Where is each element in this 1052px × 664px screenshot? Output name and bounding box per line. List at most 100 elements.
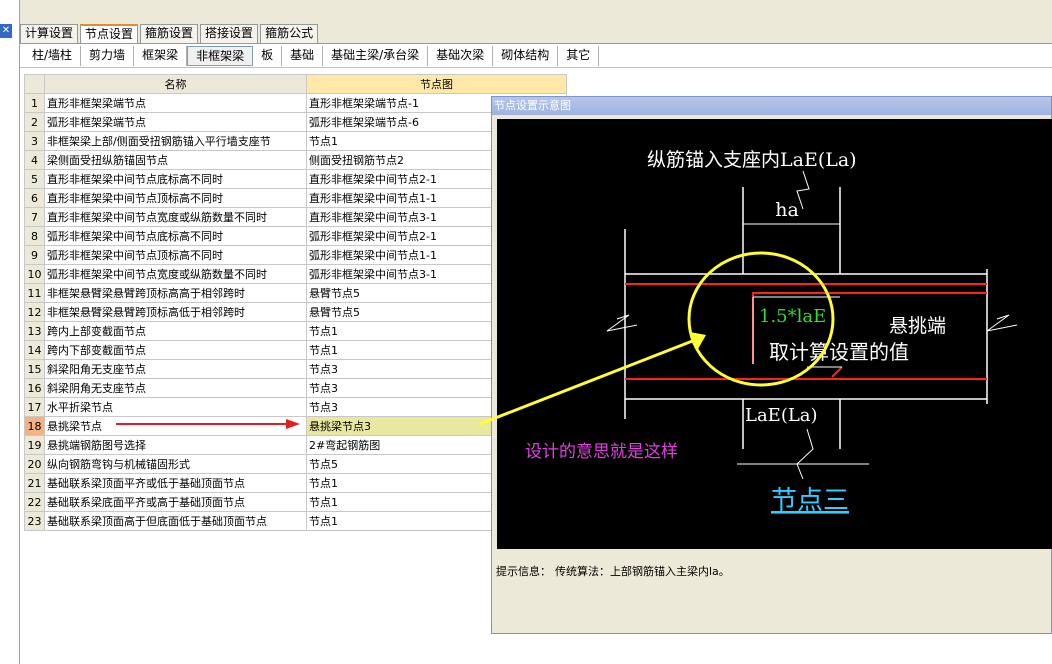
row-number: 21 (24, 473, 45, 493)
table-row[interactable]: 3 非框架梁上部/侧面受扭钢筋锚入平行墙支座节 节点1 (24, 131, 567, 151)
sub-tab-3[interactable]: 非框架梁 (187, 45, 254, 66)
sub-tab-0[interactable]: 柱/墙柱 (24, 45, 82, 66)
sub-tab-bar: 柱/墙柱 剪力墙 框架梁 非框架梁板基础 基础主梁/承台梁 基础次梁 砌体结构 其它 (20, 43, 1052, 68)
table-row[interactable]: 2 弧形非框架梁端节点 弧形非框架梁端节点-6 (24, 112, 567, 132)
sub-tab-6[interactable]: 基础主梁/承台梁 (323, 45, 429, 66)
table-row[interactable]: 19 悬挑端钢筋图号选择 2#弯起钢筋图 (24, 435, 567, 455)
row-name-cell[interactable]: 水平折梁节点 (44, 397, 307, 417)
table-row[interactable]: 10 弧形非框架梁中间节点宽度或纵筋数量不同时 弧形非框架梁中间节点3-1 (24, 264, 567, 284)
row-number: 17 (24, 397, 45, 417)
node-diagram-canvas: ha 纵筋锚入支座内LaE(La) 1.5*laE 取计算设置的值 悬挑端 La… (497, 119, 1052, 549)
row-name-cell[interactable]: 纵向钢筋弯钩与机械锚固形式 (44, 454, 307, 474)
table-row[interactable]: 1 直形非框架梁端节点 直形非框架梁端节点-1 (24, 93, 567, 113)
table-row[interactable]: 15 斜梁阳角无支座节点 节点3 (24, 359, 567, 379)
table-row[interactable]: 8 弧形非框架梁中间节点底标高不同时 弧形非框架梁中间节点2-1 (24, 226, 567, 246)
row-name-cell[interactable]: 直形非框架梁中间节点底标高不同时 (44, 169, 307, 189)
table-row[interactable]: 13 跨内上部变截面节点 节点1 (24, 321, 567, 341)
row-name-cell[interactable]: 梁侧面受扭纵筋锚固节点 (44, 150, 307, 170)
row-name-cell[interactable]: 弧形非框架梁中间节点底标高不同时 (44, 226, 307, 246)
sub-tab-9[interactable]: 其它 (558, 45, 600, 66)
main-tab-1[interactable]: 节点设置 (80, 24, 139, 44)
sub-tab-4[interactable]: 板 (253, 45, 283, 66)
lae-label: LaE(La) (745, 405, 818, 426)
main-tab-3[interactable]: 搭接设置 (200, 24, 259, 43)
rebar-tick (831, 366, 843, 378)
table-row[interactable]: 21 基础联系梁顶面平齐或低于基础顶面节点 节点1 (24, 473, 567, 493)
dialog-title: 节点设置示意图 (492, 97, 1051, 115)
node-column-header[interactable]: 节点图 (306, 74, 567, 94)
row-name-cell[interactable]: 斜梁阳角无支座节点 (44, 359, 307, 379)
calc-setting-text: 取计算设置的值 (769, 340, 909, 364)
info-label: 提示信息： (496, 565, 551, 578)
table-row[interactable]: 14 跨内下部变截面节点 节点1 (24, 340, 567, 360)
row-number: 18 (24, 416, 45, 436)
table-row[interactable]: 17 水平折梁节点 节点3 (24, 397, 567, 417)
row-number: 9 (24, 245, 45, 265)
table-row[interactable]: 18 悬挑梁节点 悬挑梁节点3 (24, 416, 567, 436)
row-number: 12 (24, 302, 45, 322)
table-row[interactable]: 16 斜梁阴角无支座节点 节点3 (24, 378, 567, 398)
row-name-cell[interactable]: 非框架梁上部/侧面受扭钢筋锚入平行墙支座节 (44, 131, 307, 151)
app-window: ✕ 计算设置 节点设置 箍筋设置 搭接设置 箍筋公式 柱/墙柱 剪力墙 框架梁 非框架梁板基础… (0, 0, 1052, 664)
row-number: 1 (24, 93, 45, 113)
info-text: 传统算法：上部钢筋锚入主梁内la。 (555, 565, 730, 578)
corner-header (24, 74, 45, 94)
row-number: 6 (24, 188, 45, 208)
table-row[interactable]: 7 直形非框架梁中间节点宽度或纵筋数量不同时 直形非框架梁中间节点3-1 (24, 207, 567, 227)
row-name-cell[interactable]: 非框架悬臂梁悬臂跨顶标高高于相邻跨时 (44, 283, 307, 303)
row-number: 3 (24, 131, 45, 151)
row-number: 2 (24, 112, 45, 132)
main-tab-4[interactable]: 箍筋公式 (260, 24, 319, 43)
row-number: 16 (24, 378, 45, 398)
sub-tab-2[interactable]: 框架梁 (134, 45, 188, 66)
row-name-cell[interactable]: 悬挑梁节点 (44, 416, 307, 436)
sub-tab-5[interactable]: 基础 (282, 45, 324, 66)
row-name-cell[interactable]: 基础联系梁顶面高于但底面低于基础顶面节点 (44, 511, 307, 531)
row-name-cell[interactable]: 跨内下部变截面节点 (44, 340, 307, 360)
row-name-cell[interactable]: 悬挑端钢筋图号选择 (44, 435, 307, 455)
table-row[interactable]: 5 直形非框架梁中间节点底标高不同时 直形非框架梁中间节点2-1 (24, 169, 567, 189)
row-name-cell[interactable]: 非框架悬臂梁悬臂跨顶标高低于相邻跨时 (44, 302, 307, 322)
row-name-cell[interactable]: 弧形非框架梁端节点 (44, 112, 307, 132)
table-row[interactable]: 9 弧形非框架梁中间节点顶标高不同时 弧形非框架梁中间节点1-1 (24, 245, 567, 265)
row-name-cell[interactable]: 弧形非框架梁中间节点宽度或纵筋数量不同时 (44, 264, 307, 284)
top-bar (20, 0, 1052, 22)
name-column-header[interactable]: 名称 (44, 74, 307, 94)
left-panel: ✕ (0, 0, 20, 664)
row-number: 5 (24, 169, 45, 189)
row-name-cell[interactable]: 跨内上部变截面节点 (44, 321, 307, 341)
table-row[interactable]: 11 非框架悬臂梁悬臂跨顶标高高于相邻跨时 悬臂节点5 (24, 283, 567, 303)
row-name-cell[interactable]: 基础联系梁顶面平齐或低于基础顶面节点 (44, 473, 307, 493)
close-icon[interactable]: ✕ (0, 24, 12, 38)
main-tab-0[interactable]: 计算设置 (20, 24, 79, 43)
row-name-cell[interactable]: 直形非框架梁中间节点宽度或纵筋数量不同时 (44, 207, 307, 227)
formula-text: 1.5*laE (759, 306, 826, 327)
table-row[interactable]: 12 非框架悬臂梁悬臂跨顶标高低于相邻跨时 悬臂节点5 (24, 302, 567, 322)
node-name-label: 节点三 (771, 486, 849, 516)
sub-tab-7[interactable]: 基础次梁 (428, 45, 494, 66)
node-diagram: ha 纵筋锚入支座内LaE(La) 1.5*laE 取计算设置的值 悬挑端 La… (606, 149, 1018, 516)
row-number: 23 (24, 511, 45, 531)
main-tab-2[interactable]: 箍筋设置 (140, 24, 199, 43)
table-row[interactable]: 20 纵向钢筋弯钩与机械锚固形式 节点5 (24, 454, 567, 474)
row-number: 13 (24, 321, 45, 341)
row-number: 11 (24, 283, 45, 303)
row-name-cell[interactable]: 斜梁阴角无支座节点 (44, 378, 307, 398)
row-number: 10 (24, 264, 45, 284)
row-number: 8 (24, 226, 45, 246)
table-row[interactable]: 23 基础联系梁顶面高于但底面低于基础顶面节点 节点1 (24, 511, 567, 531)
ha-label: ha (775, 199, 799, 221)
break-right (986, 314, 1018, 332)
row-name-cell[interactable]: 基础联系梁底面平齐或高于基础顶面节点 (44, 492, 307, 512)
row-number: 22 (24, 492, 45, 512)
row-name-cell[interactable]: 弧形非框架梁中间节点顶标高不同时 (44, 245, 307, 265)
table-row[interactable]: 6 直形非框架梁中间节点顶标高不同时 直形非框架梁中间节点1-1 (24, 188, 567, 208)
sub-tab-1[interactable]: 剪力墙 (81, 45, 135, 66)
break-left (606, 314, 638, 332)
table-row[interactable]: 4 梁侧面受扭纵筋锚固节点 侧面受扭钢筋节点2 (24, 150, 567, 170)
row-name-cell[interactable]: 直形非框架梁中间节点顶标高不同时 (44, 188, 307, 208)
table-row[interactable]: 22 基础联系梁底面平齐或高于基础顶面节点 节点1 (24, 492, 567, 512)
sub-tab-8[interactable]: 砌体结构 (493, 45, 559, 66)
leader-zigzag-bottom (796, 428, 814, 480)
row-name-cell[interactable]: 直形非框架梁端节点 (44, 93, 307, 113)
